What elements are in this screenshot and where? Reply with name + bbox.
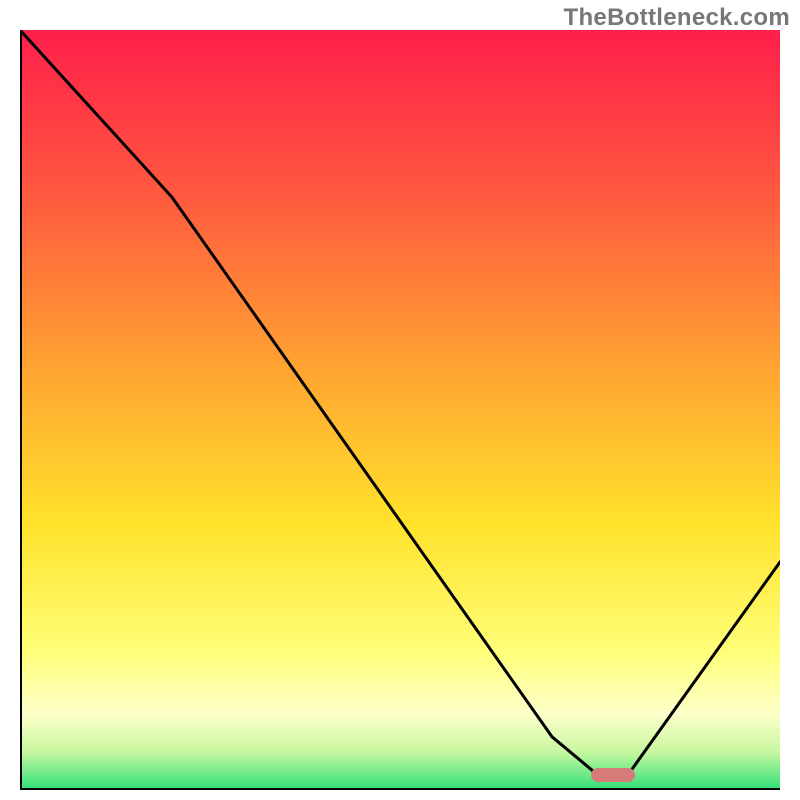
chart-stage: TheBottleneck.com [0, 0, 800, 800]
optimal-marker [591, 768, 635, 782]
chart-frame [20, 30, 780, 790]
plot-background [20, 30, 780, 790]
chart-svg [20, 30, 780, 790]
watermark-text: TheBottleneck.com [564, 4, 790, 32]
